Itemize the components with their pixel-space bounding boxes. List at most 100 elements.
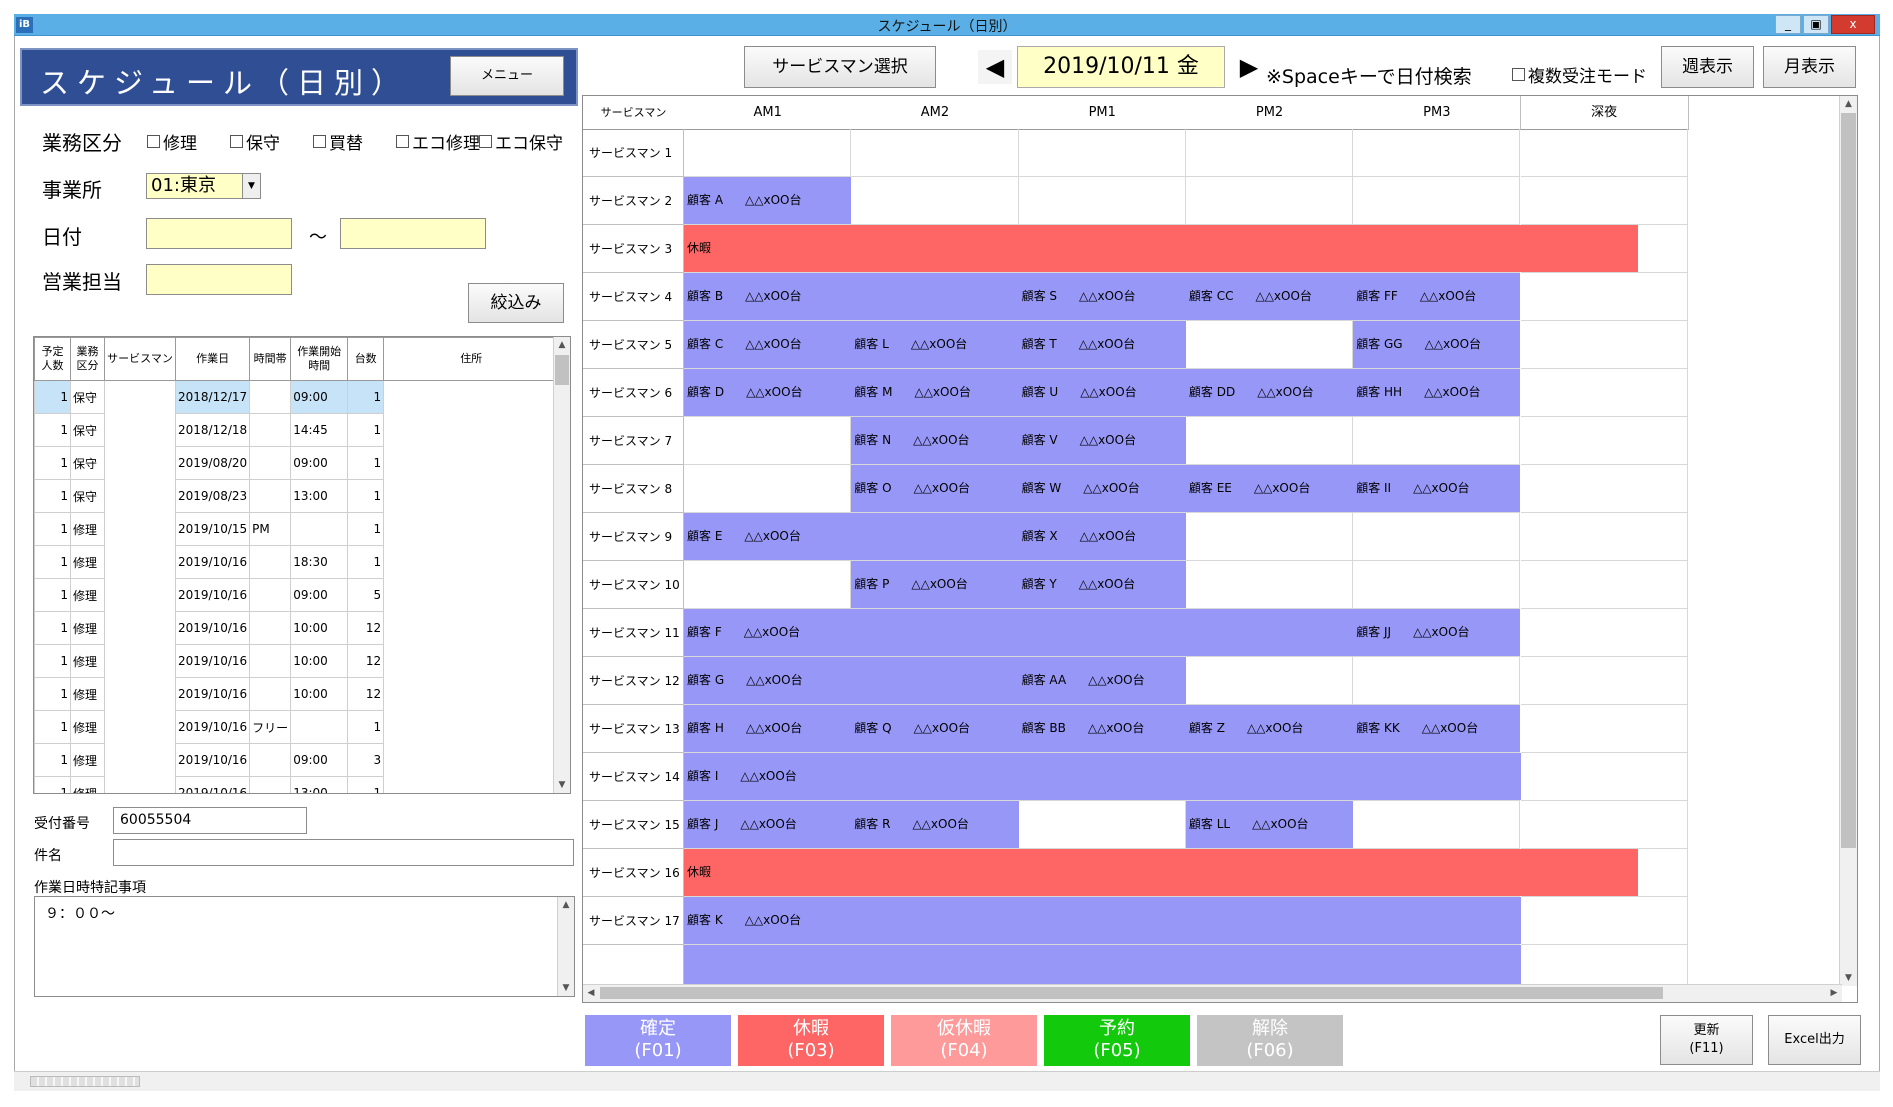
checkbox-eco-shuri[interactable]: エコ修理	[396, 129, 480, 154]
schedule-cell[interactable]	[684, 417, 852, 465]
schedule-cell[interactable]	[1353, 177, 1521, 225]
uketsuke-input[interactable]: 60055504	[113, 807, 307, 834]
checkbox-kaikae[interactable]: 買替	[313, 129, 363, 154]
list-header-3[interactable]: 作業日	[174, 337, 251, 381]
appointment-block[interactable]: 顧客 I △△xOO台	[684, 753, 1521, 800]
list-header-0[interactable]: 予定 人数	[34, 337, 71, 381]
schedule-cell[interactable]	[1185, 561, 1354, 609]
schedule-cell[interactable]	[1520, 705, 1688, 753]
legend-button-f04[interactable]: 仮休暇 (F04)	[891, 1015, 1037, 1066]
appointment-block[interactable]: 顧客 K △△xOO台	[684, 897, 1521, 944]
appointment-block[interactable]: 顧客 C △△xOO台	[684, 321, 852, 368]
schedule-cell[interactable]	[1520, 417, 1688, 465]
table-row[interactable]: 1 修理 2019/10/16 09:00 5	[34, 578, 560, 612]
appointment-block[interactable]: 顧客 T △△xOO台	[1018, 321, 1186, 368]
appointment-block[interactable]: 顧客 N △△xOO台	[851, 417, 1019, 464]
list-scrollbar[interactable]: ▲ ▼	[553, 337, 570, 793]
restore-icon[interactable]: ▣	[1803, 15, 1829, 34]
checkbox-box[interactable]	[1512, 68, 1525, 81]
appointment-block[interactable]: 顧客 Q △△xOO台	[851, 705, 1019, 752]
appointment-block[interactable]: 顧客 S △△xOO台	[1018, 273, 1186, 320]
checkbox-hoshu[interactable]: 保守	[230, 129, 280, 154]
appointment-block[interactable]: 顧客 AA △△xOO台	[1018, 657, 1186, 704]
schedule-cell[interactable]	[1520, 465, 1688, 513]
checkbox-box[interactable]	[230, 135, 243, 148]
serviceman-row-label[interactable]: サービスマン 4	[583, 273, 684, 321]
appointment-block[interactable]: 顧客 H △△xOO台	[684, 705, 852, 752]
appointment-block[interactable]: 顧客 F △△xOO台	[684, 609, 1354, 656]
schedule-cell[interactable]	[1185, 417, 1354, 465]
serviceman-row-label[interactable]: サービスマン 13	[583, 705, 684, 753]
schedule-cell[interactable]	[1185, 513, 1354, 561]
scroll-left-icon[interactable]: ◀	[583, 985, 599, 1001]
list-scroll-thumb[interactable]	[555, 355, 569, 385]
grid-horizontal-scrollbar[interactable]: ◀ ▶	[583, 984, 1842, 1002]
schedule-cell[interactable]	[684, 129, 852, 177]
scroll-down-icon[interactable]: ▼	[554, 777, 570, 793]
jigyosho-select[interactable]: 01:東京 ▼	[146, 173, 261, 199]
appointment-block[interactable]: 顧客 DD △△xOO台	[1185, 369, 1354, 416]
serviceman-row-label[interactable]: サービスマン 12	[583, 657, 684, 705]
serviceman-row-label[interactable]: サービスマン 8	[583, 465, 684, 513]
serviceman-row-label[interactable]: サービスマン 1	[583, 129, 684, 177]
close-icon[interactable]: x	[1831, 15, 1875, 34]
schedule-cell[interactable]	[1018, 177, 1186, 225]
current-date[interactable]: 2019/10/11 金	[1017, 46, 1225, 88]
appointment-block[interactable]: 顧客 JJ △△xOO台	[1353, 609, 1521, 656]
serviceman-row-label[interactable]: サービスマン 14	[583, 753, 684, 801]
schedule-cell[interactable]	[1353, 801, 1521, 849]
holiday-block[interactable]: 休暇	[684, 225, 1638, 272]
table-row[interactable]: 1 修理 2019/10/16 10:00 12	[34, 677, 560, 711]
schedule-cell[interactable]	[1185, 177, 1354, 225]
schedule-cell[interactable]	[1520, 609, 1688, 657]
serviceman-row-label[interactable]: サービスマン 17	[583, 897, 684, 945]
list-header-4[interactable]: 時間帯	[249, 337, 292, 381]
list-header-5[interactable]: 作業開始 時間	[290, 337, 349, 381]
schedule-cell[interactable]	[1353, 561, 1521, 609]
list-header-1[interactable]: 業務 区分	[70, 337, 105, 381]
checkbox-box[interactable]	[479, 135, 492, 148]
schedule-cell[interactable]	[1185, 321, 1354, 369]
scroll-right-icon[interactable]: ▶	[1826, 985, 1842, 1001]
serviceman-row-label[interactable]: サービスマン 10	[583, 561, 684, 609]
grid-vscroll-thumb[interactable]	[1841, 113, 1856, 848]
table-row[interactable]: 1 修理 2019/10/16 13:00 1	[34, 776, 560, 793]
note-scrollbar[interactable]: ▲ ▼	[557, 897, 574, 996]
grid-hscroll-thumb[interactable]	[600, 987, 1663, 999]
grid-vertical-scrollbar[interactable]: ▲ ▼	[1839, 96, 1857, 986]
checkbox-eco-hoshu[interactable]: エコ保守	[479, 129, 563, 154]
appointment-block[interactable]: 顧客 O △△xOO台	[851, 465, 1019, 512]
appointment-block[interactable]: 顧客 Z △△xOO台	[1185, 705, 1354, 752]
schedule-cell[interactable]	[1185, 657, 1354, 705]
serviceman-row-label[interactable]: サービスマン 16	[583, 849, 684, 897]
schedule-cell[interactable]	[1520, 177, 1688, 225]
legend-button-f03[interactable]: 休暇 (F03)	[738, 1015, 884, 1066]
schedule-cell[interactable]	[1185, 129, 1354, 177]
table-row[interactable]: 1 修理 2019/10/16 10:00 12	[34, 644, 560, 678]
list-header-2[interactable]: サービスマン	[104, 337, 176, 381]
appointment-block[interactable]: 顧客 II △△xOO台	[1353, 465, 1521, 512]
table-row[interactable]: 1 保守 2018/12/18 14:45 1	[34, 413, 560, 447]
schedule-cell[interactable]	[1520, 321, 1688, 369]
appointment-block[interactable]: 顧客 X △△xOO台	[1018, 513, 1186, 560]
schedule-cell[interactable]	[1018, 801, 1186, 849]
appointment-block[interactable]: 顧客 M △△xOO台	[851, 369, 1019, 416]
schedule-cell[interactable]	[1520, 513, 1688, 561]
checkbox-box[interactable]	[313, 135, 326, 148]
appointment-block[interactable]: 顧客 L △△xOO台	[851, 321, 1019, 368]
appointment-block[interactable]: 顧客 GG △△xOO台	[1353, 321, 1521, 368]
serviceman-row-label[interactable]: サービスマン 2	[583, 177, 684, 225]
schedule-cell[interactable]	[1520, 801, 1688, 849]
month-view-button[interactable]: 月表示	[1763, 46, 1856, 88]
schedule-cell[interactable]	[1520, 129, 1688, 177]
update-button[interactable]: 更新 (F11)	[1660, 1015, 1753, 1065]
appointment-block[interactable]: 顧客 EE △△xOO台	[1185, 465, 1354, 512]
excel-export-button[interactable]: Excel出力	[1768, 1015, 1861, 1065]
next-date-button[interactable]: ▶	[1234, 50, 1264, 84]
prev-date-button[interactable]: ◀	[978, 50, 1012, 84]
serviceman-row-label[interactable]: サービスマン 15	[583, 801, 684, 849]
schedule-cell[interactable]	[1520, 753, 1688, 801]
list-header-7[interactable]: 住所	[383, 337, 560, 381]
appointment-block[interactable]: 顧客 A △△xOO台	[684, 177, 852, 224]
appointment-block[interactable]: 顧客 B △△xOO台	[684, 273, 1019, 320]
